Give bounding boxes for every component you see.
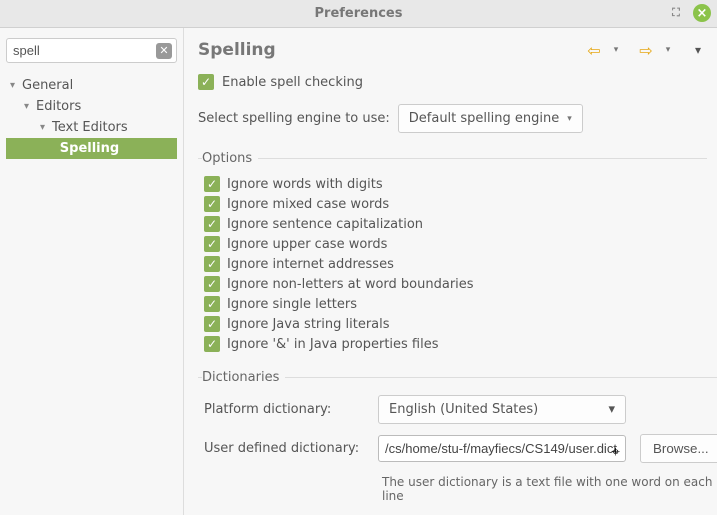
option-row: ✓ Ignore internet addresses [204, 256, 703, 272]
chevron-down-icon: ▾ [608, 402, 615, 417]
user-dict-label: User defined dictionary: [204, 441, 364, 456]
chevron-down-icon: ▾ [10, 80, 22, 91]
search-input[interactable] [6, 38, 177, 63]
option-checkbox[interactable]: ✓ [204, 256, 220, 272]
page-title: Spelling [198, 40, 276, 60]
platform-dict-dropdown[interactable]: English (United States) ▾ [378, 395, 626, 424]
option-checkbox[interactable]: ✓ [204, 336, 220, 352]
options-fieldset: Options ✓ Ignore words with digits ✓ Ignore… [198, 151, 707, 356]
tree-item-general[interactable]: ▾ General [6, 75, 177, 96]
option-checkbox[interactable]: ✓ [204, 276, 220, 292]
option-checkbox[interactable]: ✓ [204, 296, 220, 312]
clear-search-icon[interactable]: ✕ [156, 43, 172, 59]
window-title: Preferences [315, 6, 403, 21]
forward-history-dropdown-icon[interactable]: ▾ [659, 41, 677, 59]
user-dict-input[interactable] [378, 435, 626, 462]
option-row: ✓ Ignore sentence capitalization [204, 216, 703, 232]
titlebar: Preferences ⛶ × [0, 0, 717, 28]
option-label: Ignore non-letters at word boundaries [227, 277, 474, 292]
back-history-dropdown-icon[interactable]: ▾ [607, 41, 625, 59]
option-checkbox[interactable]: ✓ [204, 196, 220, 212]
dictionaries-legend: Dictionaries [202, 370, 285, 385]
chevron-down-icon: ▾ [567, 114, 572, 124]
option-checkbox[interactable]: ✓ [204, 316, 220, 332]
option-label: Ignore words with digits [227, 177, 383, 192]
content-pane: Spelling ⇦ ▾ ⇨ ▾ ▾ ✓ Enable spell checki… [184, 28, 717, 515]
option-label: Ignore Java string literals [227, 317, 390, 332]
platform-dict-label: Platform dictionary: [204, 402, 364, 417]
option-row: ✓ Ignore '&' in Java properties files [204, 336, 703, 352]
options-legend: Options [202, 151, 258, 166]
dictionaries-fieldset: Dictionaries Platform dictionary: Englis… [198, 370, 717, 507]
option-checkbox[interactable]: ✓ [204, 236, 220, 252]
page-menu-icon[interactable]: ▾ [689, 41, 707, 59]
option-checkbox[interactable]: ✓ [204, 216, 220, 232]
option-label: Ignore mixed case words [227, 197, 389, 212]
option-label: Ignore internet addresses [227, 257, 394, 272]
option-label: Ignore upper case words [227, 237, 387, 252]
option-row: ✓ Ignore single letters [204, 296, 703, 312]
maximize-icon[interactable]: ⛶ [667, 4, 685, 22]
close-icon[interactable]: × [693, 4, 711, 22]
user-dict-hint: The user dictionary is a text file with … [378, 473, 717, 503]
option-row: ✓ Ignore mixed case words [204, 196, 703, 212]
back-arrow-icon[interactable]: ⇦ [585, 41, 603, 59]
tree-item-spelling[interactable]: Spelling [6, 138, 177, 159]
option-row: ✓ Ignore Java string literals [204, 316, 703, 332]
forward-arrow-icon[interactable]: ⇨ [637, 41, 655, 59]
option-label: Ignore '&' in Java properties files [227, 337, 439, 352]
chevron-down-icon: ▾ [24, 101, 36, 112]
engine-dropdown[interactable]: Default spelling engine ▾ [398, 104, 583, 133]
option-row: ✓ Ignore words with digits [204, 176, 703, 192]
option-row: ✓ Ignore upper case words [204, 236, 703, 252]
option-label: Ignore single letters [227, 297, 357, 312]
tree-item-editors[interactable]: ▾ Editors [6, 96, 177, 117]
sidebar: ✕ ▾ General ▾ Editors ▾ Text Editors Spe… [0, 28, 184, 515]
engine-label: Select spelling engine to use: [198, 111, 390, 126]
option-label: Ignore sentence capitalization [227, 217, 423, 232]
option-checkbox[interactable]: ✓ [204, 176, 220, 192]
enable-spell-label: Enable spell checking [222, 75, 363, 90]
tree-item-text-editors[interactable]: ▾ Text Editors [6, 117, 177, 138]
browse-button[interactable]: Browse... [640, 434, 717, 463]
preferences-tree: ▾ General ▾ Editors ▾ Text Editors Spell… [6, 75, 177, 159]
enable-spell-checkbox[interactable]: ✓ [198, 74, 214, 90]
option-row: ✓ Ignore non-letters at word boundaries [204, 276, 703, 292]
chevron-down-icon: ▾ [40, 122, 52, 133]
